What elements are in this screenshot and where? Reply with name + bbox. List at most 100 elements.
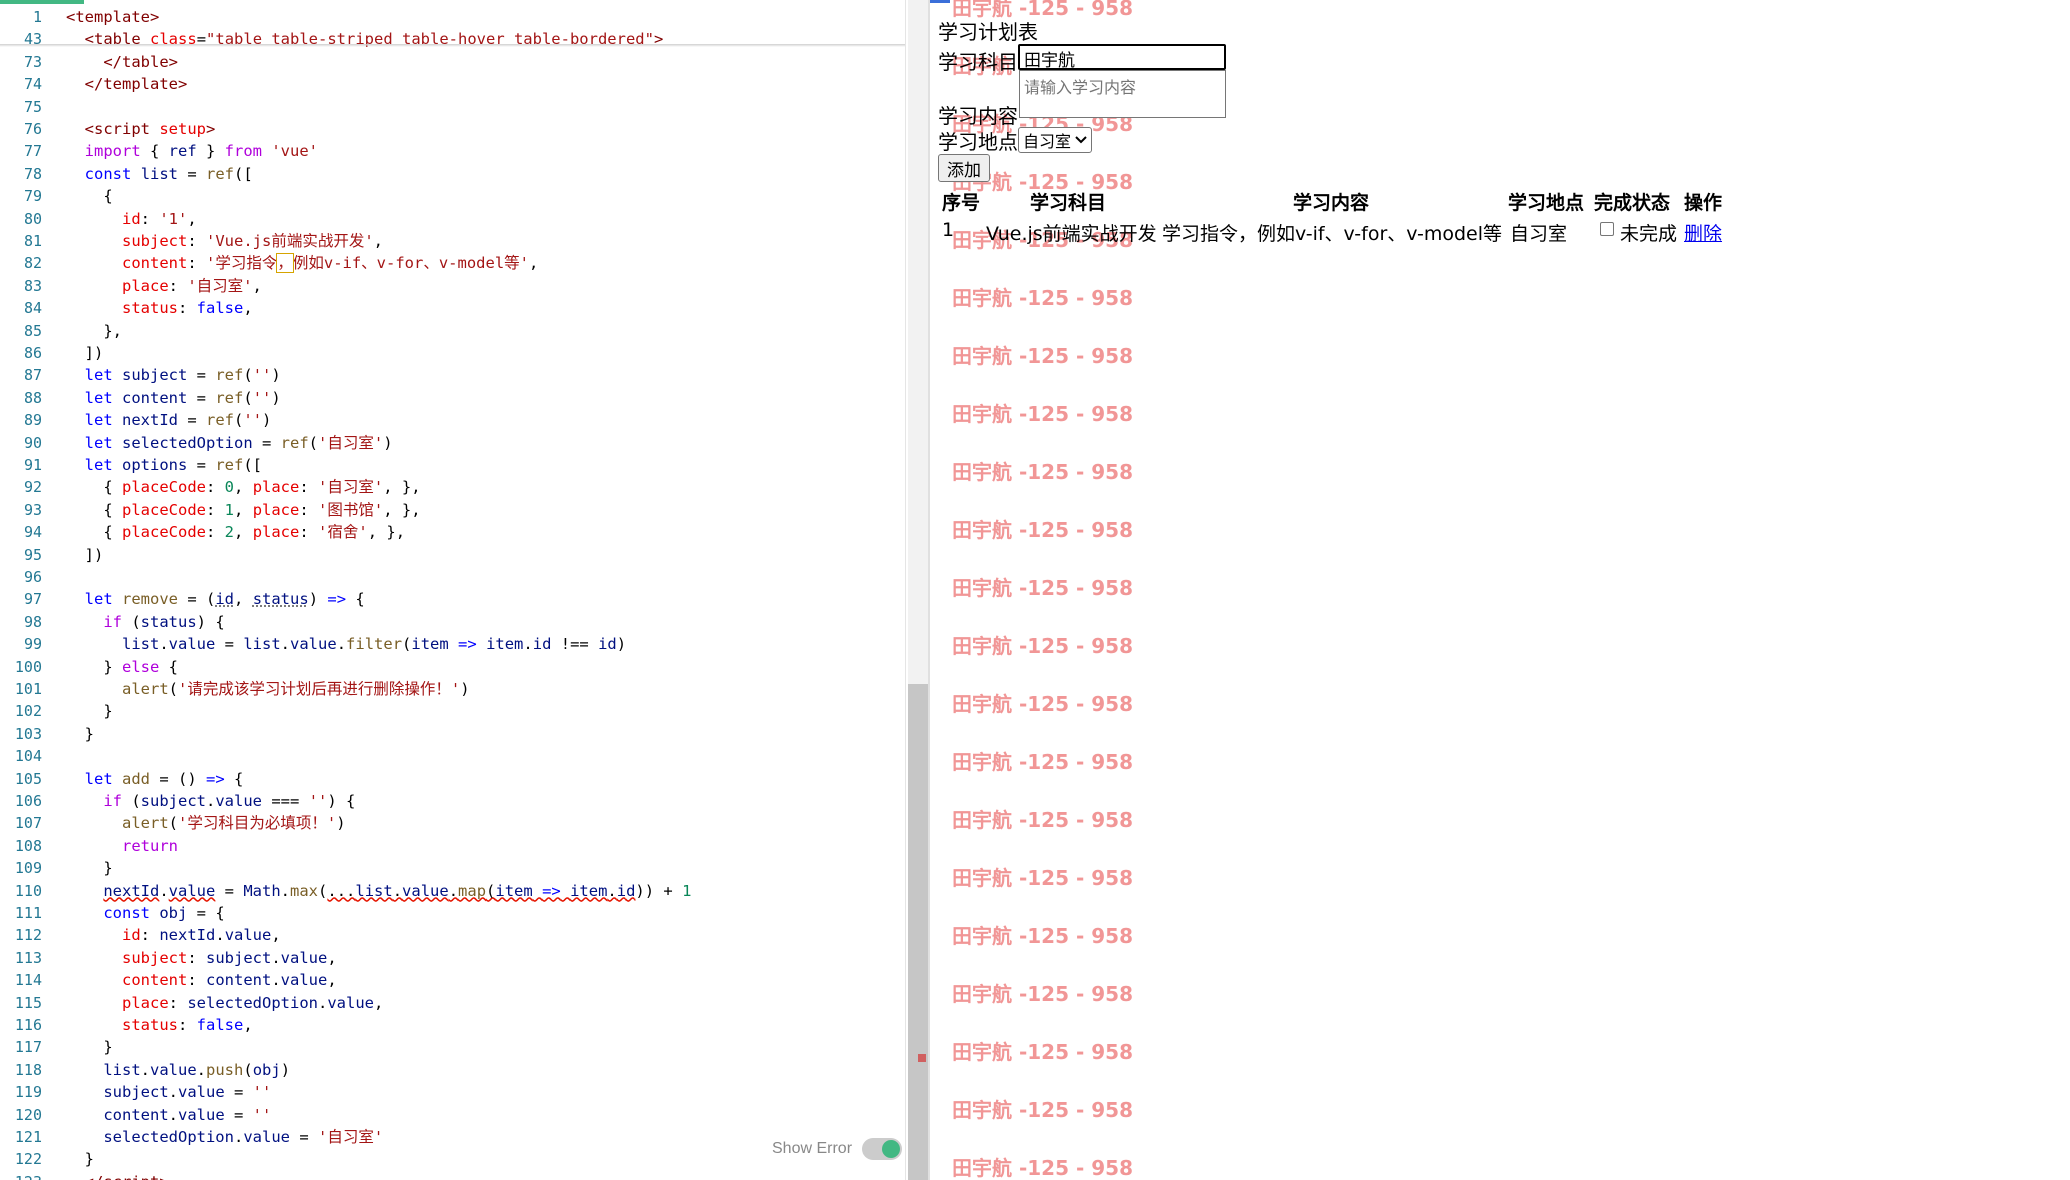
delete-link[interactable]: 删除	[1684, 219, 1722, 246]
watermark-text: 田宇航 -125 - 958	[952, 344, 1133, 368]
cell-content: 学习指令，例如v-if、v-for、v-model等	[1162, 223, 1503, 245]
code-line[interactable]: if (status) {	[66, 611, 224, 633]
code-line[interactable]: subject: 'Vue.js前端实战开发',	[66, 230, 383, 252]
code-line[interactable]: place: selectedOption.value,	[66, 992, 383, 1014]
code-line[interactable]: } else {	[66, 656, 178, 678]
subject-input-value: 田宇航	[1024, 51, 1075, 71]
code-line[interactable]: let subject = ref('')	[66, 364, 281, 386]
code-line[interactable]: ])	[66, 342, 104, 364]
code-line[interactable]: selectedOption.value = '自习室'	[66, 1126, 383, 1148]
code-line[interactable]: }	[66, 1036, 112, 1058]
show-error-toggle[interactable]: Show Error	[772, 1138, 903, 1160]
line-number: 99	[23, 635, 42, 654]
cell-place: 自习室	[1510, 223, 1568, 245]
code-line[interactable]: {	[66, 185, 112, 207]
line-number: 105	[14, 769, 42, 788]
place-select[interactable]: 自习室	[1018, 127, 1093, 153]
watermark-text: 田宇航 -125 - 958	[952, 518, 1133, 542]
line-number: 121	[14, 1128, 42, 1146]
subject-input[interactable]: 田宇航	[1018, 44, 1226, 71]
line-number: 82	[23, 254, 42, 273]
code-line[interactable]: nextId.value = Math.max(...list.value.ma…	[66, 880, 691, 902]
status-checkbox[interactable]	[1600, 222, 1614, 236]
header-content: 学习内容	[1293, 192, 1370, 214]
code-line[interactable]: content: '学习指令，例如v-if、v-for、v-model等',	[66, 252, 538, 274]
code-line[interactable]: }	[66, 723, 94, 745]
code-line[interactable]: </script>	[66, 1171, 169, 1180]
code-line[interactable]: if (subject.value === '') {	[66, 790, 355, 812]
editor-tab-indicator	[0, 0, 84, 4]
code-line[interactable]: let add = () => {	[66, 768, 244, 790]
content-textarea[interactable]: 请输入学习内容	[1019, 70, 1226, 118]
header-action: 操作	[1684, 192, 1723, 214]
code-line[interactable]: const obj = {	[66, 902, 224, 924]
code-line[interactable]: place: '自习室',	[66, 275, 262, 297]
line-number: 74	[23, 75, 42, 94]
code-line[interactable]: content: content.value,	[66, 969, 337, 991]
code-line[interactable]: { placeCode: 2, place: '宿舍', },	[66, 521, 405, 543]
code-line[interactable]: let remove = (id, status) => {	[66, 588, 365, 610]
watermark-text: 田宇航 -125 - 958	[952, 634, 1133, 658]
code-line[interactable]: },	[66, 320, 122, 342]
code-line[interactable]: status: false,	[66, 297, 253, 319]
line-number: 92	[23, 478, 42, 497]
line-number: 79	[23, 187, 42, 206]
code-line[interactable]: id: '1',	[66, 208, 197, 230]
show-error-label: Show Error	[772, 1140, 853, 1157]
line-number: 118	[14, 1060, 42, 1079]
code-line[interactable]: subject: subject.value,	[66, 947, 337, 969]
code-line[interactable]: <table class="table table-striped table-…	[66, 28, 664, 50]
code-line[interactable]: }	[66, 700, 112, 722]
code-line[interactable]: </template>	[66, 73, 188, 95]
code-line[interactable]: let content = ref('')	[66, 387, 281, 409]
code-line[interactable]: status: false,	[66, 1014, 253, 1036]
line-number: 43	[23, 30, 42, 49]
code-line[interactable]: </table>	[66, 51, 178, 73]
code-line[interactable]: content.value = ''	[66, 1104, 271, 1126]
code-line[interactable]: const list = ref([	[66, 163, 253, 185]
code-line[interactable]: list.value = list.value.filter(item => i…	[66, 633, 626, 655]
line-number: 120	[14, 1105, 42, 1124]
code-line[interactable]: let nextId = ref('')	[66, 409, 272, 431]
line-number: 107	[14, 814, 42, 833]
code-line[interactable]: return	[66, 835, 178, 857]
place-select-value: 自习室	[1023, 132, 1072, 151]
add-button[interactable]: 添加	[938, 154, 990, 182]
code-line[interactable]: alert('学习科目为必填项！')	[66, 812, 346, 834]
line-number: 112	[14, 926, 42, 945]
line-number: 109	[14, 859, 42, 878]
line-number: 88	[23, 388, 42, 407]
watermark-text: 田宇航 -125 - 958	[952, 866, 1133, 890]
code-line[interactable]: import { ref } from 'vue'	[66, 140, 318, 162]
line-number: 110	[14, 881, 42, 900]
code-line[interactable]: id: nextId.value,	[66, 924, 281, 946]
code-line[interactable]: ])	[66, 544, 104, 566]
watermark-text: 田宇航 -125 - 958	[952, 402, 1133, 426]
editor-scrollbar-thumb[interactable]	[908, 684, 928, 1180]
code-line[interactable]: <template>	[66, 6, 159, 28]
line-number: 77	[23, 142, 42, 161]
line-number: 73	[23, 52, 42, 71]
line-number: 123	[0, 1171, 42, 1180]
header-status: 完成状态	[1594, 192, 1671, 214]
code-line[interactable]: alert('请完成该学习计划后再进行删除操作！')	[66, 678, 470, 700]
line-number: 78	[23, 164, 42, 183]
toggle-switch[interactable]	[862, 1138, 903, 1160]
code-line[interactable]: }	[66, 857, 112, 879]
code-editor[interactable]: 1 <template> 43 <table class="table table-…	[0, 0, 906, 1180]
code-line[interactable]: { placeCode: 0, place: '自习室', },	[66, 476, 420, 498]
line-number: 98	[23, 612, 42, 631]
watermark-text: 田宇航 -125 - 958	[952, 1040, 1133, 1064]
code-line[interactable]: { placeCode: 1, place: '图书馆', },	[66, 499, 420, 521]
header-subject: 学习科目	[1030, 192, 1107, 214]
line-number: 100	[14, 657, 42, 676]
code-line[interactable]: <script setup>	[66, 118, 216, 140]
code-line[interactable]: list.value.push(obj)	[66, 1059, 290, 1081]
code-line[interactable]: }	[66, 1148, 94, 1170]
line-number: 95	[23, 545, 42, 564]
line-number: 117	[14, 1038, 42, 1057]
code-line[interactable]: let selectedOption = ref('自习室')	[66, 432, 393, 454]
code-line[interactable]: subject.value = ''	[66, 1081, 271, 1103]
header-place: 学习地点	[1508, 192, 1585, 214]
code-line[interactable]: let options = ref([	[66, 454, 262, 476]
